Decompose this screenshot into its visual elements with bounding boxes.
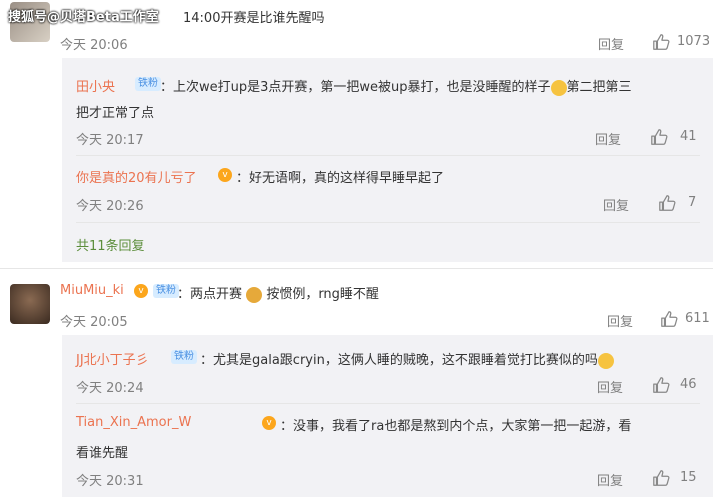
comment-text: ：两点开赛 按惯例，rng睡不醒 xyxy=(177,286,379,303)
like-count: 611 xyxy=(685,311,710,326)
divider xyxy=(76,222,700,223)
thumbs-up-icon[interactable] xyxy=(650,128,668,146)
fan-badge: 铁粉 xyxy=(171,350,197,364)
comment-text: 14:00开赛是比谁先醒吗 xyxy=(183,11,325,26)
reply-author[interactable]: 田小央 xyxy=(76,76,115,95)
reply-button[interactable]: 回复 xyxy=(597,470,623,489)
reply-author[interactable]: JJ北小丁子彡 xyxy=(76,349,149,368)
comment-time: 今天 20:06 xyxy=(60,38,128,53)
more-replies-link[interactable]: 共11条回复 xyxy=(76,235,145,254)
reply-button[interactable]: 回复 xyxy=(595,129,621,148)
fan-badge: 铁粉 xyxy=(153,284,179,298)
thumbs-up-icon[interactable] xyxy=(660,310,678,328)
comment-author[interactable]: MiuMiu_ki xyxy=(60,283,124,298)
divider xyxy=(0,268,713,269)
reply-text: ：好无语啊，真的这样得早睡早起了 xyxy=(236,171,445,186)
crying-laughing-emoji-icon xyxy=(597,352,614,369)
reply-time: 今天 20:31 xyxy=(76,474,144,489)
like-count: 41 xyxy=(680,129,697,144)
reply-time: 今天 20:17 xyxy=(76,133,144,148)
reply-text: ：上次we打up是3点开赛，第一把we被up暴打，也是没睡醒的样子 第二把第三 xyxy=(160,79,632,96)
reply-time: 今天 20:26 xyxy=(76,199,144,214)
reply-button[interactable]: 回复 xyxy=(597,377,623,396)
reply-text: ：没事，我看了ra也都是熬到内个点，大家第一把一起游，看 xyxy=(280,419,632,434)
fan-badge: 铁粉 xyxy=(135,77,161,91)
comment-time: 今天 20:05 xyxy=(60,315,128,330)
reply-button[interactable]: 回复 xyxy=(603,195,629,214)
reply-text-line2: 看谁先醒 xyxy=(76,446,129,461)
sleeping-emoji-icon xyxy=(246,286,263,303)
reply-text: ：尤其是gala跟cryin，这俩人睡的贼晚，这不跟睡着觉打比赛似的吗 xyxy=(200,349,614,369)
reply-author[interactable]: Tian_Xin_Amor_W xyxy=(76,415,191,430)
reply-author[interactable]: 你是真的20有儿亏了 xyxy=(76,167,197,186)
like-count: 7 xyxy=(688,195,697,210)
reply-text-line2: 把才正常了点 xyxy=(76,106,155,121)
watermark-text: 搜狐号@贝塔Beta工作室 xyxy=(8,10,159,25)
thumbs-up-icon[interactable] xyxy=(652,376,670,394)
reply-button[interactable]: 回复 xyxy=(598,34,624,53)
like-count: 15 xyxy=(680,470,697,485)
divider xyxy=(76,403,700,404)
reply-time: 今天 20:24 xyxy=(76,381,144,396)
verified-badge-icon: v xyxy=(262,416,276,430)
thumbs-up-icon[interactable] xyxy=(652,469,670,487)
like-count: 1073 xyxy=(677,34,711,49)
verified-badge-icon: v xyxy=(134,284,148,298)
like-count: 46 xyxy=(680,377,697,392)
thumbs-up-icon[interactable] xyxy=(652,33,670,51)
avatar[interactable] xyxy=(10,284,50,324)
divider xyxy=(76,155,700,156)
reply-button[interactable]: 回复 xyxy=(607,311,633,330)
laughing-emoji-icon xyxy=(550,79,567,96)
thumbs-up-icon[interactable] xyxy=(658,194,676,212)
verified-badge-icon: v xyxy=(218,168,232,182)
